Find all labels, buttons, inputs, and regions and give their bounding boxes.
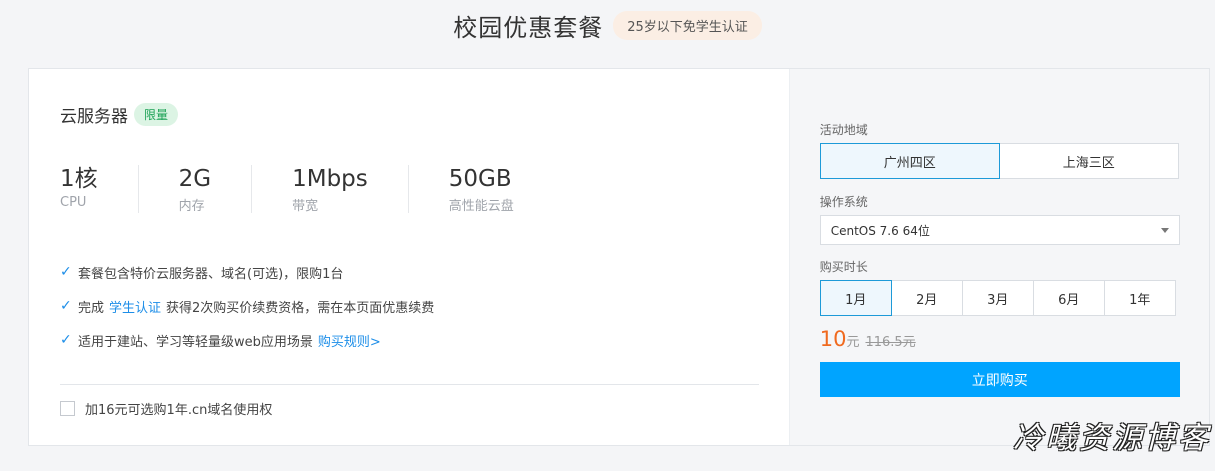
os-select[interactable]: CentOS 7.6 64位 [819, 215, 1180, 245]
package-card: 云服务器 限量 1核 CPU 2G 内存 1Mbps 带宽 50GB 高性能云盘 [28, 68, 1210, 446]
spec-value: 50GB [448, 166, 512, 192]
check-icon: ✓ [60, 264, 72, 280]
spec-list: 1核 CPU 2G 内存 1Mbps 带宽 50GB 高性能云盘 [60, 165, 594, 214]
spec-bandwidth: 1Mbps 带宽 [292, 165, 409, 214]
check-icon: ✓ [60, 332, 72, 348]
feature-text: 套餐包含特价云服务器、域名(可选)，限购1台 [78, 266, 344, 282]
domain-option-label: 加16元可选购1年.cn域名使用权 [85, 403, 273, 418]
page-header: 校园优惠套餐 25岁以下免学生认证 [0, 8, 1215, 43]
feature-item: ✓ 适用于建站、学习等轻量级web应用场景 购买规则> [60, 323, 434, 357]
duration-option-1m[interactable]: 1月 [819, 280, 892, 316]
student-badge: 25岁以下免学生认证 [613, 11, 762, 40]
price-row: 10 元 116.5元 [820, 327, 916, 351]
duration-selector: 1月 2月 3月 6月 1年 [819, 280, 1176, 316]
spec-cpu: 1核 CPU [60, 165, 139, 213]
feature-text: 完成 [78, 300, 105, 316]
feature-list: ✓ 套餐包含特价云服务器、域名(可选)，限购1台 ✓ 完成 学生认证 获得2次购… [60, 255, 434, 357]
spec-label: 高性能云盘 [448, 199, 514, 214]
feature-item: ✓ 完成 学生认证 获得2次购买价续费资格，需在本页面优惠续费 [60, 289, 434, 323]
region-selector: 广州四区 上海三区 [819, 143, 1179, 179]
os-label: 操作系统 [819, 195, 868, 209]
duration-option-6m[interactable]: 6月 [1032, 280, 1105, 316]
spec-value: 1Mbps [292, 166, 368, 192]
chevron-down-icon [1160, 227, 1169, 233]
spec-value: 2G [178, 166, 212, 192]
spec-value: 1核 [60, 166, 98, 192]
duration-option-1y[interactable]: 1年 [1103, 280, 1176, 316]
student-auth-link[interactable]: 学生认证 [109, 297, 161, 316]
duration-label: 购买时长 [819, 260, 868, 274]
product-header: 云服务器 限量 [60, 102, 179, 127]
spec-memory: 2G 内存 [178, 165, 253, 214]
product-panel: 云服务器 限量 1核 CPU 2G 内存 1Mbps 带宽 50GB 高性能云盘 [29, 69, 789, 445]
feature-text: 获得2次购买价续费资格，需在本页面优惠续费 [166, 300, 435, 316]
product-name: 云服务器 [60, 107, 128, 127]
spec-label: CPU [60, 195, 87, 210]
limited-badge: 限量 [134, 103, 179, 126]
price-unit: 元 [846, 335, 860, 350]
spec-label: 内存 [178, 199, 205, 214]
purchase-panel: 活动地域 广州四区 上海三区 操作系统 CentOS 7.6 64位 购买时长 … [788, 69, 1209, 445]
duration-option-2m[interactable]: 2月 [890, 280, 963, 316]
feature-item: ✓ 套餐包含特价云服务器、域名(可选)，限购1台 [60, 255, 434, 289]
domain-option[interactable]: 加16元可选购1年.cn域名使用权 [60, 399, 272, 418]
check-icon: ✓ [60, 298, 72, 314]
region-option-guangzhou[interactable]: 广州四区 [819, 143, 1000, 179]
page-title: 校园优惠套餐 [453, 14, 604, 42]
original-price: 116.5元 [865, 335, 916, 350]
region-label: 活动地域 [819, 123, 868, 137]
watermark: 冷曦资源博客 [1013, 421, 1211, 456]
divider [60, 384, 759, 385]
spec-label: 带宽 [292, 199, 319, 214]
domain-checkbox[interactable] [60, 401, 75, 416]
region-option-shanghai[interactable]: 上海三区 [998, 143, 1179, 179]
buy-now-button[interactable]: 立即购买 [819, 362, 1180, 397]
purchase-rules-link[interactable]: 购买规则> [318, 331, 381, 350]
price-value: 10 [819, 327, 847, 351]
feature-text: 适用于建站、学习等轻量级web应用场景 [78, 334, 313, 350]
os-select-value: CentOS 7.6 64位 [830, 223, 930, 238]
duration-option-3m[interactable]: 3月 [961, 280, 1034, 316]
spec-disk: 50GB 高性能云盘 [448, 165, 554, 214]
